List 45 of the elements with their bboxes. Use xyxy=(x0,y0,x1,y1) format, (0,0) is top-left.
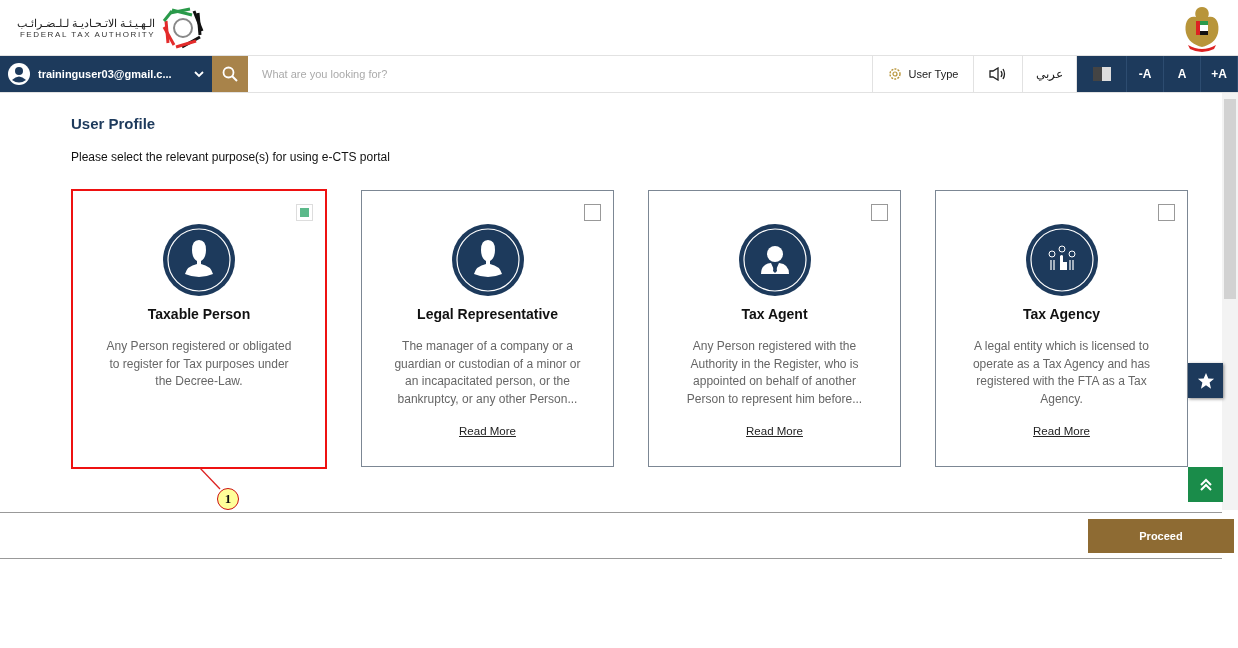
checkbox[interactable] xyxy=(1158,204,1175,221)
favorite-button[interactable] xyxy=(1188,363,1223,398)
read-more-link[interactable]: Read More xyxy=(459,425,516,437)
search-icon xyxy=(222,66,238,82)
person-icon xyxy=(451,224,524,296)
network-icon xyxy=(1025,224,1098,296)
proceed-button[interactable]: Proceed xyxy=(1088,518,1234,553)
logo-arabic-text: الـهـيـئـة الاتـحـاديـة لـلـضـرائـب xyxy=(17,16,156,30)
card-description: Any Person registered with the Authority in the Register, who is appointed on behalf of another Person to represent him before... xyxy=(685,338,864,408)
card-title: Tax Agent xyxy=(741,306,808,322)
scroll-top-button[interactable] xyxy=(1188,467,1223,502)
person-icon xyxy=(163,224,235,296)
read-more-link[interactable]: Read More xyxy=(1033,425,1090,437)
font-size-button[interactable]: +A xyxy=(1201,56,1238,92)
contrast-icon xyxy=(1092,67,1111,81)
profile-card[interactable]: Tax Agent Any Person registered with the Authority in the Register, who is appointed on behalf of another Person to represent him before... Read More xyxy=(648,190,901,467)
profile-card[interactable]: Tax Agency A legal entity which is licensed to operate as a Tax Agency and has registered with the FTA as a Tax Agency. Read More xyxy=(935,190,1188,467)
callout-marker: 1 xyxy=(217,488,239,510)
speaker-icon xyxy=(989,67,1007,81)
font-size-button[interactable]: -A xyxy=(1127,56,1164,92)
card-description: A legal entity which is licensed to operate as a Tax Agency and has registered with the FTA as a Tax Agency. xyxy=(971,338,1152,408)
card-title: Tax Agency xyxy=(1023,306,1100,322)
search-button[interactable] xyxy=(212,56,248,92)
card-description: Any Person registered or obligated to register for Tax purposes under the Decree-Law. xyxy=(105,338,293,390)
gear-icon xyxy=(887,67,902,81)
card-title: Taxable Person xyxy=(147,306,251,322)
logo-text: FEDERAL TAX AUTHORITY xyxy=(19,29,156,39)
page-title: User Profile xyxy=(71,115,157,132)
card-description: The manager of a company or a guardian or custodian of a minor or an incapacitated person, or the bankruptcy, or any other Person... xyxy=(393,338,582,408)
businessman-icon xyxy=(738,224,811,296)
chevron-icon xyxy=(194,70,204,78)
checkbox[interactable] xyxy=(584,204,601,221)
profile-card[interactable]: Taxable Person Any Person registered or obligated to register for Tax purposes under the Decree-Law. xyxy=(71,189,327,469)
font-size-button[interactable]: A xyxy=(1164,56,1201,92)
instruction-text: Please select the relevant purpose(s) for using e-CTS portal xyxy=(71,150,391,164)
avatar-icon xyxy=(8,63,30,85)
star-icon xyxy=(1196,371,1215,390)
card-title: Legal Representative xyxy=(417,306,558,322)
user-menu[interactable]: traininguser03@gmail.c... xyxy=(0,56,212,92)
read-more-link[interactable]: Read More xyxy=(746,425,803,437)
contrast-button[interactable] xyxy=(1077,56,1127,92)
checkbox[interactable] xyxy=(871,204,888,221)
scrollbar[interactable] xyxy=(1222,93,1238,510)
double-chevron-icon xyxy=(1198,477,1213,492)
profile-card[interactable]: Legal Representative The manager of a company or a guardian or custodian of a minor or an incapacitated person, or the bankruptcy, or any other Person... Read More xyxy=(361,190,614,467)
